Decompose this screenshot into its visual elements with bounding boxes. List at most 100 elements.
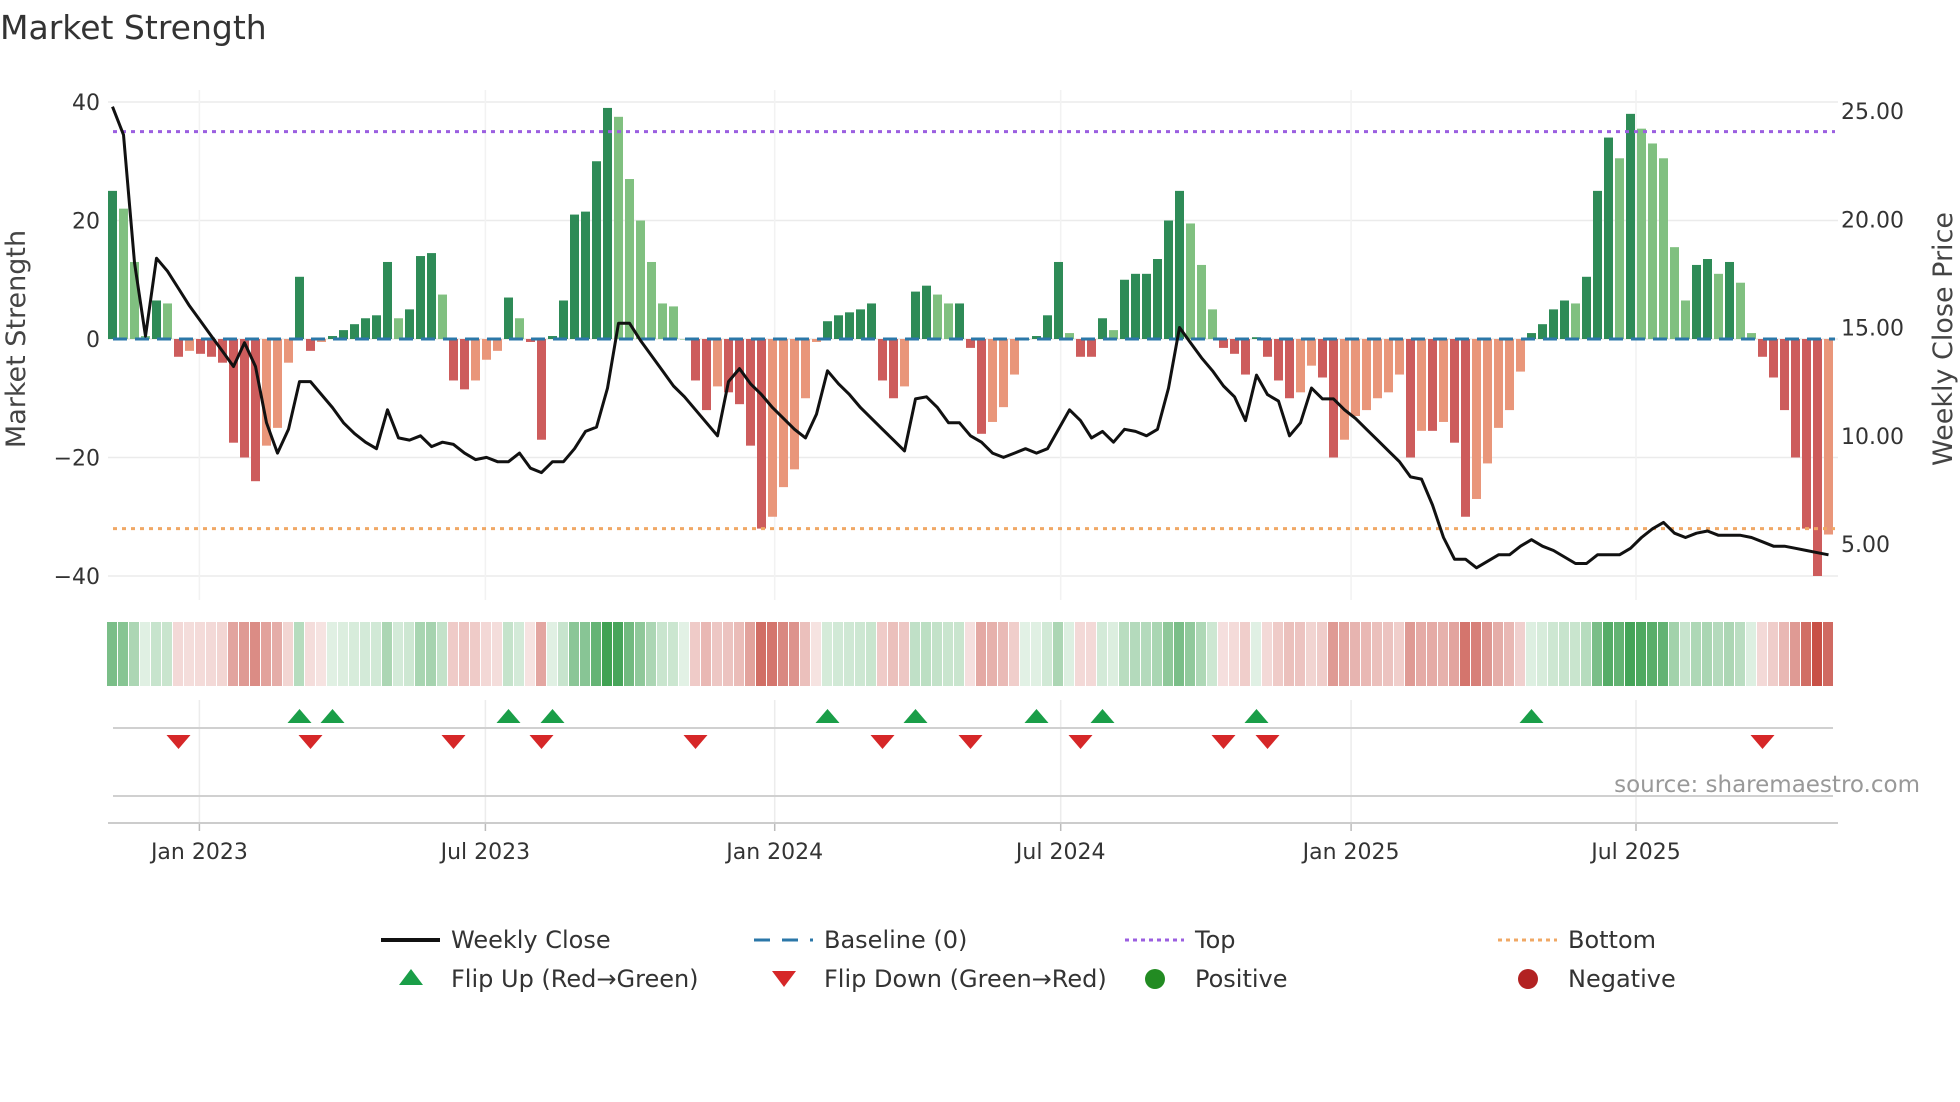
heat-cell (1075, 622, 1085, 686)
strength-bar (1186, 223, 1195, 339)
y2-tick-label: 10.00 (1841, 425, 1904, 450)
heat-cell (272, 622, 282, 686)
strength-bar (823, 321, 832, 339)
heat-cell (184, 622, 194, 686)
strength-bar (152, 300, 161, 339)
heat-cell (932, 622, 942, 686)
heat-cell (1350, 622, 1360, 686)
heat-cell (1790, 622, 1800, 686)
flip-up-marker (1024, 709, 1049, 723)
strength-bar (394, 318, 403, 339)
strength-bar (900, 339, 909, 387)
y-axis-title: Market Strength (1, 230, 32, 448)
strength-bar (1395, 339, 1404, 375)
heat-cell (701, 622, 711, 686)
legend-item: Negative (1518, 965, 1676, 993)
flip-up-marker (287, 709, 312, 723)
legend-item: Flip Down (Green→Red) (772, 965, 1107, 993)
heat-cell (503, 622, 513, 686)
strength-bar (1549, 309, 1558, 339)
flip-down-marker (441, 735, 466, 749)
heat-cell (965, 622, 975, 686)
strength-bar (845, 312, 854, 339)
heat-cell (943, 622, 953, 686)
strength-bar (1505, 339, 1514, 411)
x-tick-label: Jul 2025 (1589, 840, 1681, 865)
heat-cell (338, 622, 348, 686)
strength-bar (1461, 339, 1470, 517)
strength-bar (196, 339, 205, 354)
strength-bar (1164, 220, 1173, 339)
heat-cell (1185, 622, 1195, 686)
strength-bar (746, 339, 755, 446)
heat-cell (833, 622, 843, 686)
y-tick-label: 0 (86, 328, 100, 353)
heat-cell (404, 622, 414, 686)
heat-cell (1042, 622, 1052, 686)
heat-cell (1229, 622, 1239, 686)
market-strength-chart: Market Strength 40 20 0 −20 −40 25.00 20.00 15.… (0, 8, 1959, 993)
heat-cell (1746, 622, 1756, 686)
flip-up-marker (1244, 709, 1269, 723)
strength-bar (658, 303, 667, 339)
strength-bar (999, 339, 1008, 408)
heat-cell (558, 622, 568, 686)
heat-cell (1526, 622, 1536, 686)
heat-cell (1801, 622, 1811, 686)
heat-cell (1416, 622, 1426, 686)
strength-bar (955, 303, 964, 339)
flip-up-marker (320, 709, 345, 723)
heat-cell (1163, 622, 1173, 686)
strength-bar (515, 318, 524, 339)
heat-cell (1405, 622, 1415, 686)
y2-tick-label: 20.00 (1841, 208, 1904, 233)
heat-cell (349, 622, 359, 686)
strength-bar (1791, 339, 1800, 458)
strength-bar (1692, 264, 1701, 339)
heat-cell (129, 622, 139, 686)
strength-bar (306, 339, 315, 351)
heat-cell (514, 622, 524, 686)
strength-bar (449, 339, 458, 381)
strength-bar (603, 107, 612, 339)
strength-bar (1571, 303, 1580, 339)
heat-cell (206, 622, 216, 686)
heat-cell (822, 622, 832, 686)
heat-cell (1273, 622, 1283, 686)
heat-cell (1460, 622, 1470, 686)
heat-cell (745, 622, 755, 686)
heat-cell (1031, 622, 1041, 686)
legend-label: Top (1194, 926, 1236, 954)
heat-cell (998, 622, 1008, 686)
circle-icon (1145, 969, 1165, 989)
heat-cell (767, 622, 777, 686)
heat-cell (877, 622, 887, 686)
strength-bar (284, 339, 293, 363)
legend-label: Negative (1568, 965, 1676, 993)
heat-cell (228, 622, 238, 686)
strength-bar (273, 339, 282, 428)
heat-cell (1328, 622, 1338, 686)
strength-bar (1769, 339, 1778, 378)
strength-bar (1076, 339, 1085, 357)
strength-bar (834, 315, 843, 339)
strength-bar (1494, 339, 1503, 428)
strength-bar (1153, 259, 1162, 339)
heat-cell (415, 622, 425, 686)
heat-cell (1130, 622, 1140, 686)
strength-bar (1615, 158, 1624, 339)
strength-bar (878, 339, 887, 381)
heat-cell (899, 622, 909, 686)
heat-cell (1669, 622, 1679, 686)
strength-bar (295, 276, 304, 339)
heat-cell (921, 622, 931, 686)
heat-cell (492, 622, 502, 686)
strength-bar (174, 339, 183, 357)
flip-down-marker (166, 735, 191, 749)
heat-cell (151, 622, 161, 686)
strength-bar (856, 309, 865, 339)
y2-tick-label: 15.00 (1841, 317, 1904, 342)
strength-bar (1340, 339, 1349, 440)
heat-cell (1196, 622, 1206, 686)
strength-bar (614, 116, 623, 339)
